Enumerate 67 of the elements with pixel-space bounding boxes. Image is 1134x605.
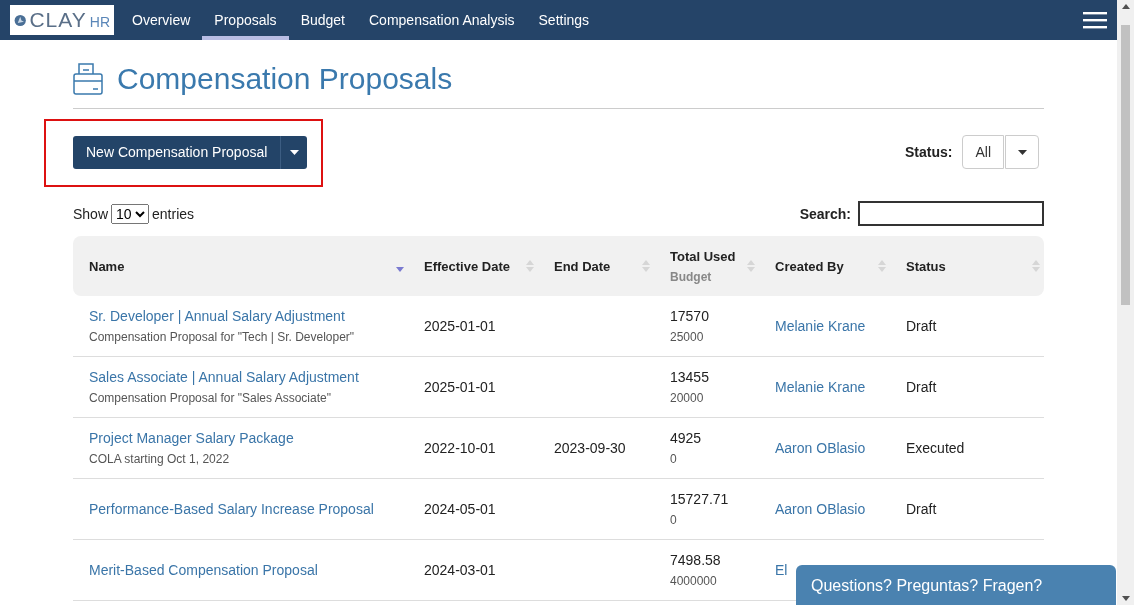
- dropdown-toggle[interactable]: [281, 135, 308, 169]
- budget-value: 25000: [670, 330, 705, 344]
- status-filter-button[interactable]: All: [962, 135, 1004, 169]
- total-used: 17570: [670, 308, 709, 324]
- nav-tab[interactable]: Settings: [526, 0, 602, 40]
- show-label: Show: [73, 205, 109, 222]
- table-cell: Draft: [906, 501, 937, 517]
- page-title: Compensation Proposals: [117, 62, 453, 96]
- table-cell: 2024-05-01: [424, 501, 496, 517]
- column-header[interactable]: End Date: [554, 258, 611, 274]
- proposal-link[interactable]: Sr. Developer | Annual Salary Adjustment: [89, 308, 345, 324]
- nav-tab[interactable]: Budget: [288, 0, 357, 40]
- creator-link[interactable]: Melanie Krane: [775, 379, 866, 395]
- status-dropdown-toggle[interactable]: [1005, 135, 1039, 169]
- table-cell: Draft: [906, 318, 937, 334]
- column-header[interactable]: Name: [89, 258, 125, 274]
- caret-icon: [289, 149, 299, 155]
- proposal-icon: [73, 62, 103, 96]
- budget-value: 20000: [670, 391, 705, 405]
- nav-tab[interactable]: Overview: [120, 0, 203, 40]
- creator-link[interactable]: Aaron OBlasio: [775, 440, 866, 456]
- scroll-up-icon[interactable]: [1121, 4, 1130, 9]
- column-header[interactable]: Total Used Budget: [670, 248, 736, 284]
- search-field[interactable]: [858, 201, 1044, 226]
- table-cell: Draft: [906, 379, 937, 395]
- proposal-link[interactable]: Project Manager Salary Package: [89, 430, 294, 446]
- total-used: 15727.71: [670, 491, 729, 507]
- logo[interactable]: CLAY HR: [10, 5, 114, 35]
- logo-suffix: HR: [89, 14, 110, 30]
- table-cell: 2023-09-30: [554, 440, 626, 456]
- creator-link[interactable]: Melanie Krane: [775, 318, 866, 334]
- total-used: 13455: [670, 369, 709, 385]
- table-cell: Executed: [906, 440, 965, 456]
- scrollbar[interactable]: [1117, 0, 1134, 605]
- chat-widget[interactable]: Questions? Preguntas? Fragen?: [796, 565, 1116, 605]
- nav-tab[interactable]: Proposals: [202, 0, 289, 40]
- total-used: 7498.58: [670, 552, 721, 568]
- nav-tab[interactable]: Compensation Analysis: [357, 0, 527, 40]
- column-header[interactable]: Effective Date: [424, 258, 510, 274]
- new-proposal-button[interactable]: New Compensation Proposal: [73, 135, 282, 169]
- proposal-description: Compensation Proposal for "Sales Associate": [89, 391, 332, 405]
- search-label: Search:: [799, 205, 851, 222]
- proposal-link[interactable]: Sales Associate | Annual Salary Adjustment: [89, 369, 359, 385]
- table-cell: 2025-01-01: [424, 318, 496, 334]
- proposal-link[interactable]: Performance-Based Salary Increase Proposal: [89, 501, 374, 517]
- column-header[interactable]: Status: [906, 258, 946, 274]
- table-cell: 2025-01-01: [424, 379, 496, 395]
- menu-icon[interactable]: [1083, 11, 1107, 29]
- scrollbar-thumb[interactable]: [1121, 25, 1130, 305]
- scroll-down-icon[interactable]: [1121, 596, 1130, 601]
- budget-value: 0: [670, 513, 678, 527]
- caret-icon: [1017, 149, 1027, 155]
- budget-value: 0: [670, 452, 678, 466]
- proposal-link[interactable]: Merit-Based Compensation Proposal: [89, 562, 318, 578]
- table-cell: 2024-03-01: [424, 562, 496, 578]
- logo-text: CLAY: [29, 8, 87, 32]
- creator-link[interactable]: Aaron OBlasio: [775, 501, 866, 517]
- entries-select[interactable]: 10: [111, 203, 150, 224]
- proposal-description: Compensation Proposal for "Tech | Sr. Developer": [89, 330, 356, 344]
- total-used: 4925: [670, 430, 702, 446]
- status-label: Status:: [905, 144, 953, 160]
- budget-value: 4000000: [670, 574, 718, 588]
- entries-label: entries: [152, 205, 195, 222]
- creator-link[interactable]: El: [775, 562, 788, 578]
- table-cell: 2022-10-01: [424, 440, 496, 456]
- proposal-description: COLA starting Oct 1, 2022: [89, 452, 231, 466]
- column-header[interactable]: Created By: [775, 258, 844, 274]
